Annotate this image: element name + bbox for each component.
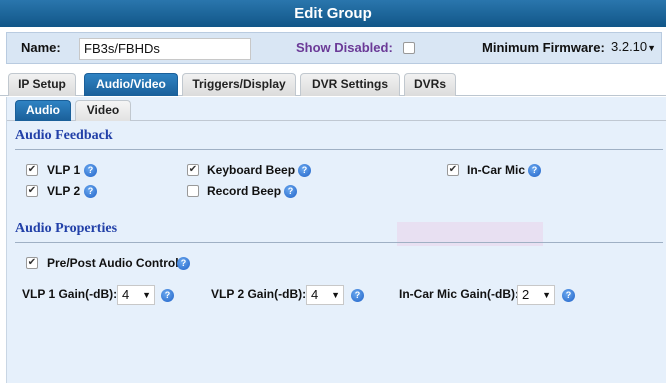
chevron-down-icon: ▼ xyxy=(542,290,551,300)
vlp1-gain-select[interactable]: 4 ▼ xyxy=(117,285,155,305)
in-car-mic-gain-value: 2 xyxy=(522,287,530,302)
group-header-row: Name: FB3s/FBHDs Show Disabled: Minimum … xyxy=(6,32,662,64)
chevron-down-icon: ▼ xyxy=(331,290,340,300)
tab-triggers-display[interactable]: Triggers/Display xyxy=(182,73,296,96)
help-icon[interactable]: ? xyxy=(84,185,97,198)
pre-post-audio-label: Pre/Post Audio Control xyxy=(47,256,179,270)
help-icon[interactable]: ? xyxy=(528,164,541,177)
name-label: Name: xyxy=(21,40,61,55)
min-firmware-value: 3.2.10 xyxy=(611,39,648,54)
vlp2-label: VLP 2 xyxy=(47,184,81,198)
vlp2-gain-value: 4 xyxy=(311,287,319,302)
help-icon[interactable]: ? xyxy=(84,164,97,177)
vlp1-checkbox[interactable]: ✔ xyxy=(26,164,38,176)
chevron-down-icon: ▼ xyxy=(142,290,151,300)
name-input[interactable]: FB3s/FBHDs xyxy=(79,38,251,60)
vlp2-gain-label: VLP 2 Gain(-dB): xyxy=(211,287,307,301)
keyboard-beep-checkbox[interactable]: ✔ xyxy=(187,164,199,176)
main-tab-bar: IP Setup Audio/Video Triggers/Display DV… xyxy=(0,70,666,96)
in-car-mic-gain-select[interactable]: 2 ▼ xyxy=(517,285,555,305)
audio-video-panel: Audio Video Audio Feedback ✔ VLP 1 ? ✔ K… xyxy=(6,97,666,383)
help-icon[interactable]: ? xyxy=(284,185,297,198)
record-beep-label: Record Beep xyxy=(207,184,282,198)
show-disabled-checkbox[interactable] xyxy=(403,42,415,54)
tab-ip-setup[interactable]: IP Setup xyxy=(8,73,76,96)
vlp1-gain-value: 4 xyxy=(122,287,130,302)
chevron-down-icon: ▼ xyxy=(647,43,656,53)
vlp2-gain-select[interactable]: 4 ▼ xyxy=(306,285,344,305)
dialog-title: Edit Group xyxy=(0,0,666,27)
help-icon[interactable]: ? xyxy=(177,257,190,270)
pre-post-audio-checkbox[interactable]: ✔ xyxy=(26,257,38,269)
tab-dvrs[interactable]: DVRs xyxy=(404,73,456,96)
tab-audio-video[interactable]: Audio/Video xyxy=(84,73,178,96)
help-icon[interactable]: ? xyxy=(298,164,311,177)
in-car-mic-checkbox[interactable]: ✔ xyxy=(447,164,459,176)
in-car-mic-gain-label: In-Car Mic Gain(-dB): xyxy=(399,287,519,301)
audio-feedback-title: Audio Feedback xyxy=(15,128,113,143)
vlp1-gain-label: VLP 1 Gain(-dB): xyxy=(22,287,118,301)
tab-dvr-settings[interactable]: DVR Settings xyxy=(300,73,400,96)
min-firmware-label: Minimum Firmware: xyxy=(482,40,605,55)
vlp1-label: VLP 1 xyxy=(47,163,81,177)
section-divider xyxy=(15,242,663,243)
help-icon[interactable]: ? xyxy=(161,289,174,302)
min-firmware-select[interactable]: 3.2.10 ▼ xyxy=(607,38,659,58)
section-divider xyxy=(15,149,663,150)
show-disabled-label: Show Disabled: xyxy=(296,40,393,55)
in-car-mic-label: In-Car Mic xyxy=(467,163,526,177)
help-icon[interactable]: ? xyxy=(562,289,575,302)
keyboard-beep-label: Keyboard Beep xyxy=(207,163,296,177)
vlp2-checkbox[interactable]: ✔ xyxy=(26,185,38,197)
audio-properties-title: Audio Properties xyxy=(15,221,118,236)
record-beep-checkbox[interactable] xyxy=(187,185,199,197)
subtab-video[interactable]: Video xyxy=(75,100,131,121)
help-icon[interactable]: ? xyxy=(351,289,364,302)
sub-tab-bar: Audio Video xyxy=(7,97,666,121)
subtab-audio[interactable]: Audio xyxy=(15,100,71,121)
